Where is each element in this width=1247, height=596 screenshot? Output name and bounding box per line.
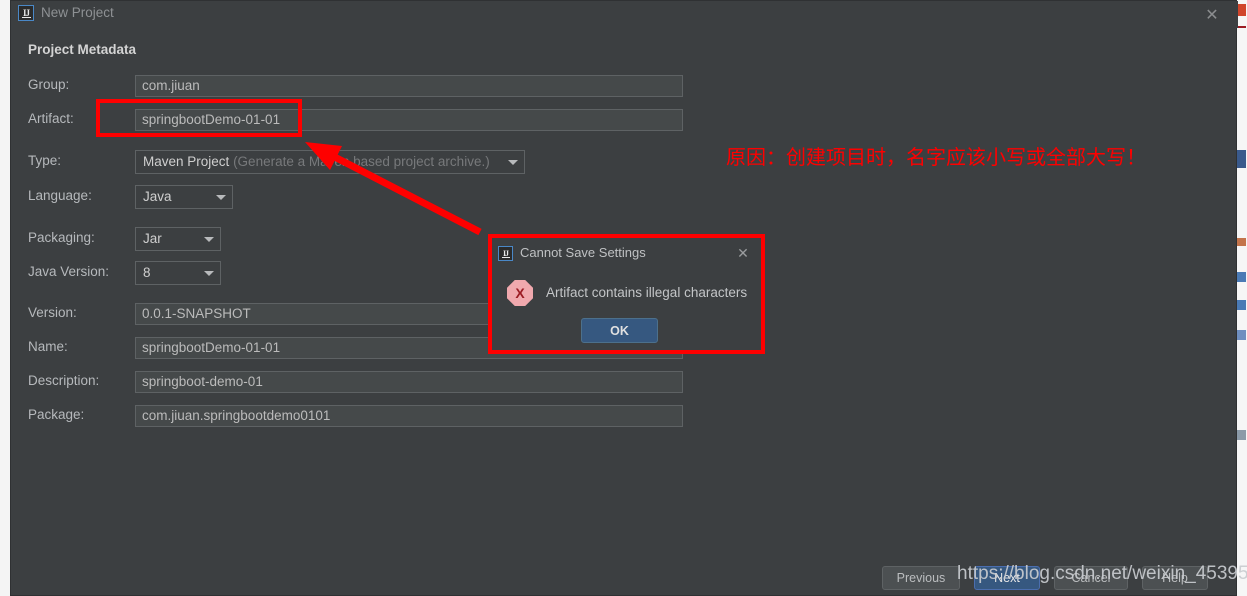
screen: IJ New Project ✕ Project Metadata Group:… [0,0,1247,596]
field-label: Language: [28,188,92,203]
field-label: Version: [28,305,77,320]
chevron-down-icon[interactable] [198,228,220,250]
dialog-titlebar: IJ New Project ✕ [11,1,1238,28]
group-input[interactable]: com.jiuan [135,75,683,97]
help-button[interactable]: Help [1142,566,1208,590]
error-message: Artifact contains illegal characters [546,285,748,300]
background-fleck [1237,150,1246,168]
package-input[interactable]: com.jiuan.springbootdemo0101 [135,405,683,427]
background-fleck [1237,26,1246,28]
intellij-idea-icon: IJ [498,246,513,261]
background-fleck [1237,430,1246,440]
field-label: Name: [28,339,68,354]
annotation-text: 原因：创建项目时，名字应该小写或全部大写！ [726,145,1146,169]
dialog-title: New Project [41,5,114,20]
type-select[interactable]: Maven Project (Generate a Maven based pr… [135,150,525,174]
ok-button[interactable]: OK [581,318,658,343]
chevron-down-icon[interactable] [502,151,524,173]
background-fleck [1237,300,1246,310]
cancel-button[interactable]: Cancel [1054,566,1128,590]
previous-button[interactable]: Previous [882,566,960,590]
background-fleck [1237,4,1246,16]
field-label: Package: [28,407,85,422]
field-label: Artifact: [28,111,74,126]
background-window-left [0,0,10,596]
description-input[interactable]: springboot-demo-01 [135,371,683,393]
close-icon[interactable]: ✕ [733,243,753,263]
chevron-down-icon[interactable] [210,186,232,208]
packaging-select-value: Jar [143,231,162,246]
chevron-down-icon[interactable] [198,262,220,284]
type-select-value: Maven Project [143,154,230,169]
cannot-save-settings-dialog: IJ Cannot Save Settings ✕ X Artifact con… [488,234,765,354]
type-select-hint: (Generate a Maven based project archive.… [233,154,490,169]
next-button[interactable]: Next [974,566,1040,590]
background-fleck [1237,238,1246,246]
field-label: Description: [28,373,100,388]
artifact-highlight-box [96,99,302,137]
error-dialog-body: IJ Cannot Save Settings ✕ X Artifact con… [492,238,761,350]
field-label: Java Version: [28,264,110,279]
field-label: Packaging: [28,230,95,245]
close-icon[interactable]: ✕ [1200,3,1224,27]
background-fleck [1237,330,1246,340]
packaging-select[interactable]: Jar [135,227,221,251]
language-select[interactable]: Java [135,185,233,209]
background-window-right [1237,0,1247,596]
java-version-select-value: 8 [143,265,151,280]
section-title: Project Metadata [28,42,137,57]
intellij-idea-icon: IJ [18,5,34,21]
field-label: Group: [28,77,70,92]
error-dialog-title: Cannot Save Settings [520,245,646,260]
error-octagon-icon: X [507,280,533,306]
language-select-value: Java [143,189,172,204]
background-fleck [1237,272,1246,282]
field-label: Type: [28,153,62,168]
java-version-select[interactable]: 8 [135,261,221,285]
